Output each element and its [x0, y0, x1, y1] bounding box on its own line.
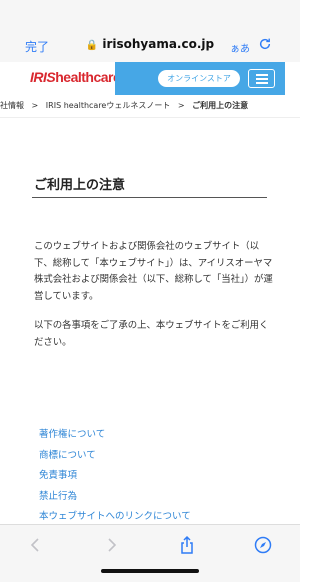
intro-paragraph: このウェブサイトおよび関係会社のウェブサイト（以下、総称して「本ウェブサイト」）… — [34, 241, 273, 302]
page-title: ご利用上の注意 — [34, 178, 126, 193]
menu-button[interactable] — [248, 69, 275, 88]
compass-icon[interactable] — [253, 535, 273, 555]
browser-top-bar: 完了 🔒 irisohyama.co.jp ぁあ — [0, 0, 300, 62]
address-bar[interactable]: 🔒 irisohyama.co.jp — [0, 37, 300, 51]
breadcrumb-item-company[interactable]: 会社情報 — [0, 101, 24, 110]
link-prohibited-acts[interactable]: 禁止行為 — [39, 490, 191, 511]
reload-icon[interactable] — [258, 37, 272, 51]
section-links: 著作権について 商標について 免責事項 禁止行為 本ウェブサイトへのリンクについ… — [39, 428, 191, 531]
site-header: IRIShealthcare オンラインストア — [0, 62, 300, 95]
link-trademark[interactable]: 商標について — [39, 449, 191, 470]
online-store-button[interactable]: オンラインストア — [158, 70, 240, 87]
hamburger-icon — [256, 74, 268, 76]
lock-icon: 🔒 — [85, 40, 99, 51]
browser-bottom-toolbar — [0, 524, 300, 582]
iris-healthcare-logo[interactable]: IRIShealthcare — [30, 69, 121, 85]
link-copyright[interactable]: 著作権について — [39, 428, 191, 449]
chevron-right-icon: > — [177, 101, 185, 110]
breadcrumb: 会社情報 > IRIS healthcareウェルネスノート > ご利用上の注意 — [0, 95, 300, 118]
breadcrumb-item-current: ご利用上の注意 — [192, 101, 249, 110]
forward-icon[interactable] — [101, 535, 121, 555]
logo-area[interactable]: IRIShealthcare — [0, 62, 121, 95]
chevron-right-icon: > — [31, 101, 39, 110]
back-icon[interactable] — [26, 535, 46, 555]
title-divider — [32, 197, 267, 198]
notice-paragraph: 以下の各事項をご了承の上、本ウェブサイトをご利用ください。 — [34, 320, 269, 348]
url-text: irisohyama.co.jp — [102, 37, 215, 51]
link-disclaimer[interactable]: 免責事項 — [39, 469, 191, 490]
home-indicator[interactable] — [101, 569, 199, 573]
share-icon[interactable] — [177, 535, 197, 555]
breadcrumb-item-wellness-note[interactable]: IRIS healthcareウェルネスノート — [46, 101, 171, 110]
text-size-button[interactable]: ぁあ — [230, 40, 250, 55]
